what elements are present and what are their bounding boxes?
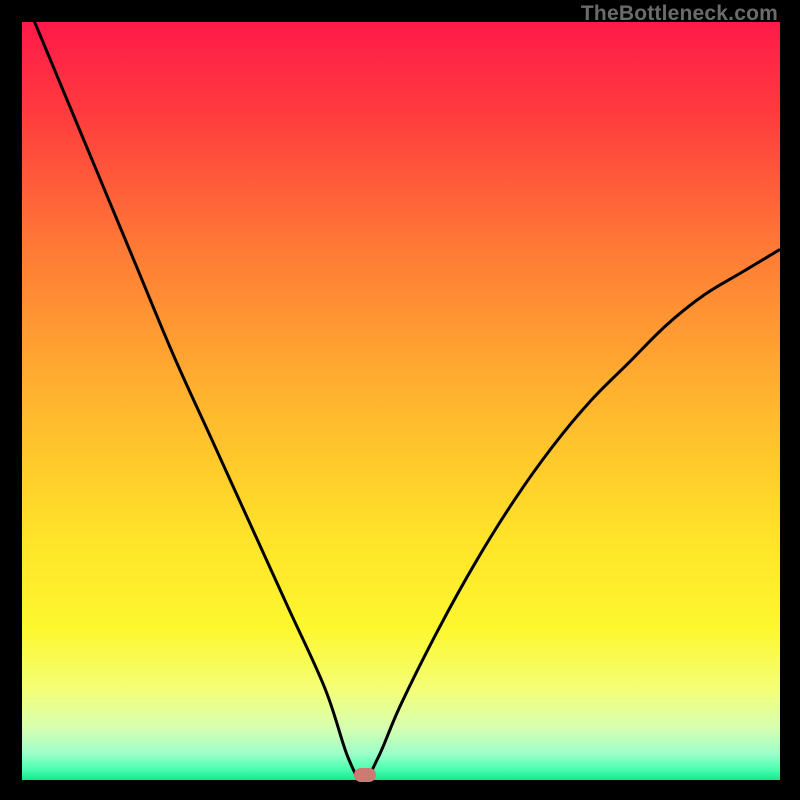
plot-area (22, 22, 780, 780)
curve-layer (22, 22, 780, 780)
bottleneck-curve (22, 22, 780, 780)
optimal-marker (354, 768, 376, 782)
chart-container: TheBottleneck.com (0, 0, 800, 800)
